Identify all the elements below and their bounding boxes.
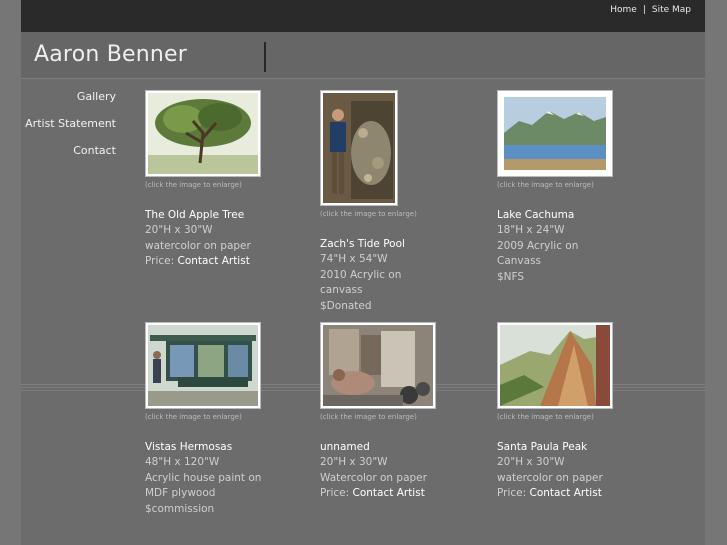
- top-links-separator: |: [642, 5, 646, 15]
- vistas-hermosas-image: [148, 325, 258, 406]
- artwork-medium: watercolor on paper: [145, 239, 251, 252]
- artwork-details: 48"H x 120"W Acrylic house paint on MDF …: [145, 455, 305, 517]
- enlarge-hint: (click the image to enlarge): [145, 413, 242, 421]
- gallery-item: (click the image to enlarge) Santa Paula…: [497, 322, 657, 502]
- price-label: Price:: [145, 255, 178, 267]
- header-divider: [21, 78, 705, 79]
- artwork-dimensions: 48"H x 120"W: [145, 456, 220, 468]
- artwork-title: The Old Apple Tree: [145, 209, 245, 221]
- artwork-medium: Acrylic house paint on: [145, 471, 262, 484]
- artwork-details: 74"H x 54"W 2010 Acrylic on canvass $Don…: [320, 252, 480, 314]
- artwork-medium: Watercolor on paper: [320, 471, 427, 484]
- artwork-price: Price: Contact Artist: [497, 486, 657, 502]
- artwork-title: unnamed: [320, 441, 370, 453]
- gallery-item: (click the image to enlarge) Zach's Tide…: [320, 90, 480, 314]
- artwork-thumbnail[interactable]: [320, 90, 398, 206]
- artwork-medium: Canvass: [497, 255, 542, 267]
- artwork-thumbnail[interactable]: [145, 322, 261, 409]
- artwork-title: Santa Paula Peak: [497, 441, 588, 453]
- price-label: Price:: [497, 487, 530, 499]
- santa-paula-peak-image: [500, 325, 610, 406]
- artwork-price: Price: Contact Artist: [145, 254, 305, 270]
- artwork-medium: canvass: [320, 284, 363, 296]
- artwork-thumbnail[interactable]: [497, 90, 613, 177]
- artwork-details: 20"H x 30"W watercolor on paper Price: C…: [145, 223, 305, 270]
- site-title[interactable]: Aaron Benner: [34, 42, 187, 67]
- artwork-medium: MDF plywood: [145, 487, 216, 499]
- artwork-thumbnail[interactable]: [320, 322, 436, 409]
- artwork-dimensions: 20"H x 30"W: [320, 456, 388, 468]
- sidebar-item-gallery[interactable]: Gallery: [21, 90, 116, 103]
- artwork-price: Price: Contact Artist: [320, 486, 480, 502]
- artwork-details: 20"H x 30"W Watercolor on paper Price: C…: [320, 455, 480, 502]
- artwork-medium: watercolor on paper: [497, 471, 603, 484]
- artwork-medium: 2009 Acrylic on: [497, 239, 579, 252]
- top-bar: Home | Site Map: [21, 0, 705, 32]
- artwork-medium: 2010 Acrylic on: [320, 268, 402, 281]
- artwork-price: $NFS: [497, 270, 525, 283]
- gallery-item: (click the image to enlarge) unnamed 20"…: [320, 322, 480, 502]
- enlarge-hint: (click the image to enlarge): [497, 181, 594, 189]
- tide-pool-image: [323, 93, 395, 203]
- artwork-dimensions: 20"H x 30"W: [497, 456, 565, 468]
- artwork-dimensions: 20"H x 30"W: [145, 224, 213, 236]
- sidebar-nav: Gallery Artist Statement Contact: [21, 90, 116, 171]
- contact-artist-link[interactable]: Contact Artist: [353, 487, 425, 499]
- enlarge-hint: (click the image to enlarge): [320, 413, 417, 421]
- price-label: Price:: [320, 487, 353, 499]
- gallery-item: (click the image to enlarge) The Old App…: [145, 90, 305, 270]
- artwork-details: 20"H x 30"W watercolor on paper Price: C…: [497, 455, 657, 502]
- artwork-dimensions: 74"H x 54"W: [320, 253, 388, 265]
- artwork-price: $commission: [145, 502, 215, 515]
- sitemap-link[interactable]: Site Map: [652, 5, 691, 15]
- artwork-title: Vistas Hermosas: [145, 441, 233, 453]
- enlarge-hint: (click the image to enlarge): [145, 181, 242, 189]
- apple-tree-image: [148, 93, 258, 174]
- home-link[interactable]: Home: [610, 5, 637, 15]
- gallery-item: (click the image to enlarge) Lake Cachum…: [497, 90, 657, 285]
- lake-cachuma-image: [504, 97, 606, 170]
- gallery-item: (click the image to enlarge) Vistas Herm…: [145, 322, 305, 517]
- contact-artist-link[interactable]: Contact Artist: [530, 487, 602, 499]
- page-container: Aaron Benner Gallery Artist Statement Co…: [21, 32, 705, 545]
- enlarge-hint: (click the image to enlarge): [320, 210, 417, 218]
- artwork-dimensions: 18"H x 24"W: [497, 224, 565, 236]
- site-header: Aaron Benner: [21, 32, 705, 78]
- artwork-thumbnail[interactable]: [497, 322, 613, 409]
- artwork-price: $Donated: [320, 299, 372, 312]
- artwork-title: Zach's Tide Pool: [320, 238, 405, 250]
- unnamed-artwork-image: [323, 325, 433, 406]
- artwork-thumbnail[interactable]: [145, 90, 261, 177]
- enlarge-hint: (click the image to enlarge): [497, 413, 594, 421]
- artwork-details: 18"H x 24"W 2009 Acrylic on Canvass $NFS: [497, 223, 657, 285]
- sidebar-item-contact[interactable]: Contact: [21, 144, 116, 157]
- title-divider: [264, 42, 266, 72]
- top-links: Home | Site Map: [610, 5, 691, 15]
- contact-artist-link[interactable]: Contact Artist: [178, 255, 250, 267]
- artwork-title: Lake Cachuma: [497, 209, 575, 221]
- sidebar-item-artist-statement[interactable]: Artist Statement: [21, 117, 116, 130]
